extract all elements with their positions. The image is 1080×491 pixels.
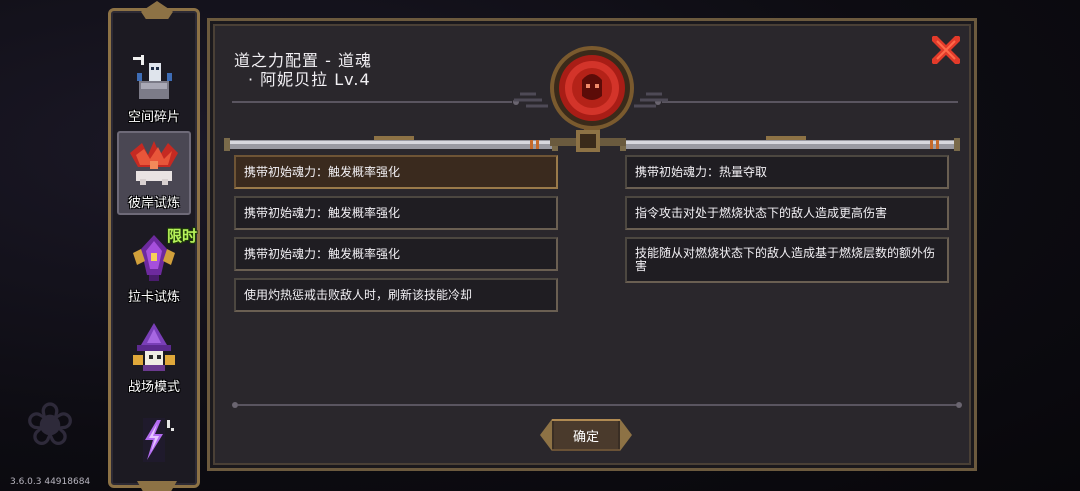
title-divider-left [232,99,519,105]
lotus-logo-icon: ❀ [24,390,76,460]
limited-time-badge: 限时 [166,227,197,245]
page-title: 道之力配置 - 道魂 · 阿妮贝拉 Lv.4 [234,51,372,89]
close-button[interactable] [932,36,960,64]
red-soul-emblem-icon [550,46,634,136]
title-line-1: 道之力配置 - 道魂 [234,51,372,70]
center-connector-ornament [550,130,626,152]
right-skill-list: 携带初始魂力：热量夺取 指令攻击对处于燃烧状态下的敌人造成更高伤害 技能随从对燃… [625,155,951,290]
space-fragment-icon [125,50,183,106]
mode-sidebar: 空间碎片 彼岸试炼 限时 拉卡试炼 战场模式 [108,1,200,491]
right-column-bar [620,136,960,151]
bottom-divider [232,402,962,408]
list-item[interactable]: 技能随从对燃烧状态下的敌人造成基于燃烧层数的额外伤害 [625,237,949,283]
sidebar-item-lightning-mode[interactable] [117,399,191,469]
sidebar-item-space-fragment[interactable]: 空间碎片 [117,43,191,127]
title-line-2: · 阿妮贝拉 Lv.4 [248,70,371,89]
lightning-icon [125,411,183,467]
left-column-bar [224,136,558,151]
sidebar-item-label: 拉卡试炼 [127,290,180,305]
sidebar-crest-ornament [141,1,173,19]
close-x-icon [932,36,960,64]
list-item[interactable]: 指令攻击对处于燃烧状态下的敌人造成更高伤害 [625,196,949,230]
sidebar-item-shore-trial[interactable]: 彼岸试炼 [117,131,191,215]
sidebar-item-label: 空间碎片 [127,110,180,125]
confirm-label: 确定 [572,429,599,445]
list-item[interactable]: 携带初始魂力：触发概率强化 [234,196,558,230]
wizard-hat-icon [125,320,183,376]
title-divider-right [655,99,958,105]
sidebar-item-label: 战场模式 [127,380,180,395]
sidebar-item-battlefield-mode[interactable]: 战场模式 [117,313,191,397]
left-skill-list: 携带初始魂力：触发概率强化 携带初始魂力：触发概率强化 携带初始魂力：触发概率强… [234,155,560,319]
version-label: 3.6.0.3 44918684 [10,477,91,487]
sidebar-item-label: 彼岸试炼 [127,196,180,211]
game-screen: ❀ 3.6.0.3 44918684 空间碎片 彼岸试炼 限时 拉卡试炼 战场模… [0,0,1080,491]
sidebar-bottom-ornament [137,481,177,491]
red-dragon-icon [125,136,183,192]
sidebar-item-laka-trial[interactable]: 限时 拉卡试炼 [117,223,197,307]
list-item[interactable]: 携带初始魂力：触发概率强化 [234,237,558,271]
list-item[interactable]: 使用灼热惩戒击败敌人时，刷新该技能冷却 [234,278,558,312]
list-item[interactable]: 携带初始魂力：热量夺取 [625,155,949,189]
list-item[interactable]: 携带初始魂力：触发概率强化 [234,155,558,189]
confirm-button[interactable]: 确定 [540,415,632,455]
